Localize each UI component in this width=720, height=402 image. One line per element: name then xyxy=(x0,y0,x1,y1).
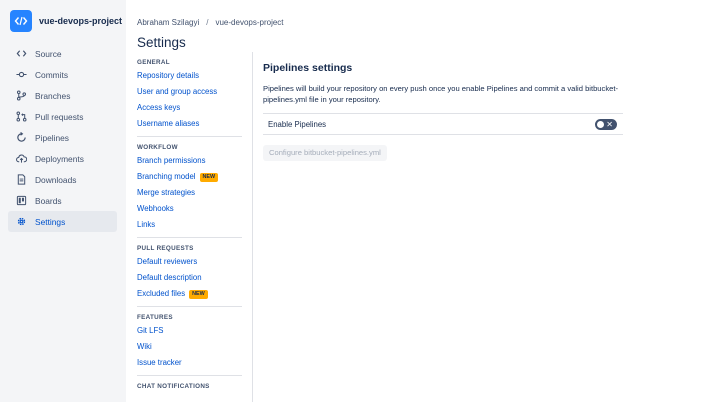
menu-link-excluded-files[interactable]: Excluded files NEW xyxy=(137,286,242,302)
menu-link-label: Excluded files xyxy=(137,289,186,298)
breadcrumb-owner[interactable]: Abraham Szilagyi xyxy=(137,18,199,27)
configure-pipelines-button[interactable]: Configure bitbucket-pipelines.yml xyxy=(263,145,387,161)
sidebar-item-source[interactable]: Source xyxy=(8,43,117,64)
code-brackets-icon xyxy=(14,16,28,26)
menu-link-webhooks[interactable]: Webhooks xyxy=(137,201,242,217)
breadcrumb: Abraham Szilagyi / vue-devops-project xyxy=(137,18,284,27)
section-heading-workflow: WORKFLOW xyxy=(137,144,178,151)
sidebar-item-label: Commits xyxy=(35,69,69,80)
toggle-knob xyxy=(597,120,604,128)
sidebar-item-label: Pull requests xyxy=(35,111,84,122)
menu-divider xyxy=(137,237,242,238)
breadcrumb-separator: / xyxy=(206,18,209,27)
menu-link-branching-model[interactable]: Branching model NEW xyxy=(137,169,242,185)
section-heading-pull-requests: PULL REQUESTS xyxy=(137,245,194,252)
section-heading-features: FEATURES xyxy=(137,314,173,321)
sidebar-item-settings[interactable]: Settings xyxy=(8,211,117,232)
pipelines-settings-panel: Pipelines settings Pipelines will build … xyxy=(263,62,623,161)
menu-link-branch-permissions[interactable]: Branch permissions xyxy=(137,153,242,169)
commit-icon xyxy=(15,69,27,81)
menu-link-wiki[interactable]: Wiki xyxy=(137,339,242,355)
gear-icon xyxy=(15,216,27,228)
enable-pipelines-label: Enable Pipelines xyxy=(268,119,327,129)
code-icon xyxy=(15,48,27,60)
sidebar-item-commits[interactable]: Commits xyxy=(8,64,117,85)
sidebar-item-label: Branches xyxy=(35,90,71,101)
menu-divider xyxy=(137,306,242,307)
pipelines-icon xyxy=(15,132,27,144)
panel-description: Pipelines will build your repository on … xyxy=(263,84,618,104)
menu-link-access-keys[interactable]: Access keys xyxy=(137,100,242,116)
sidebar-item-label: Settings xyxy=(35,216,66,227)
menu-link-links[interactable]: Links xyxy=(137,217,242,233)
board-icon xyxy=(15,195,27,207)
new-badge: NEW xyxy=(189,289,208,299)
sidebar-item-boards[interactable]: Boards xyxy=(8,190,117,211)
repo-avatar xyxy=(10,10,32,32)
sidebar-item-pull-requests[interactable]: Pull requests xyxy=(8,106,117,127)
sidebar-item-label: Downloads xyxy=(35,174,77,185)
panel-divider xyxy=(252,52,253,402)
app-window: vue-devops-project Source Commits Branch… xyxy=(0,0,720,402)
sidebar-item-label: Pipelines xyxy=(35,132,69,143)
settings-menu: GENERAL Repository details User and grou… xyxy=(137,58,242,392)
menu-link-issue-tracker[interactable]: Issue tracker xyxy=(137,355,242,371)
section-heading-general: GENERAL xyxy=(137,59,170,66)
sidebar-item-branches[interactable]: Branches xyxy=(8,85,117,106)
new-badge: NEW xyxy=(199,172,219,182)
sidebar-item-label: Deployments xyxy=(35,153,84,164)
sidebar-item-label: Boards xyxy=(35,195,62,206)
sidebar-item-downloads[interactable]: Downloads xyxy=(8,169,117,190)
close-icon: ✕ xyxy=(606,119,613,129)
panel-title: Pipelines settings xyxy=(263,62,353,74)
menu-link-default-reviewers[interactable]: Default reviewers xyxy=(137,254,242,270)
enable-pipelines-row: Enable Pipelines ✕ xyxy=(263,113,623,135)
sidebar: vue-devops-project Source Commits Branch… xyxy=(0,0,126,402)
enable-pipelines-toggle[interactable]: ✕ xyxy=(595,118,617,130)
menu-link-label: Branching model xyxy=(137,172,196,181)
breadcrumb-repo[interactable]: vue-devops-project xyxy=(215,18,283,27)
repo-header[interactable]: vue-devops-project xyxy=(10,10,122,32)
menu-link-git-lfs[interactable]: Git LFS xyxy=(137,323,242,339)
menu-link-username-aliases[interactable]: Username aliases xyxy=(137,116,242,132)
pull-request-icon xyxy=(15,111,27,123)
page-title: Settings xyxy=(137,35,186,50)
menu-link-default-description[interactable]: Default description xyxy=(137,270,242,286)
menu-link-user-group-access[interactable]: User and group access xyxy=(137,84,242,100)
cloud-upload-icon xyxy=(15,153,27,165)
document-icon xyxy=(15,174,27,186)
section-heading-chat-notifications: CHAT NOTIFICATIONS xyxy=(137,383,210,390)
sidebar-item-deployments[interactable]: Deployments xyxy=(8,148,117,169)
menu-link-merge-strategies[interactable]: Merge strategies xyxy=(137,185,242,201)
sidebar-item-label: Source xyxy=(35,48,62,59)
menu-divider xyxy=(137,136,242,137)
repo-name: vue-devops-project xyxy=(39,16,123,26)
menu-divider xyxy=(137,375,242,376)
sidebar-item-pipelines[interactable]: Pipelines xyxy=(8,127,117,148)
branch-icon xyxy=(15,90,27,102)
sidebar-nav: Source Commits Branches Pull requests Pi… xyxy=(8,43,117,232)
menu-link-repository-details[interactable]: Repository details xyxy=(137,68,242,84)
